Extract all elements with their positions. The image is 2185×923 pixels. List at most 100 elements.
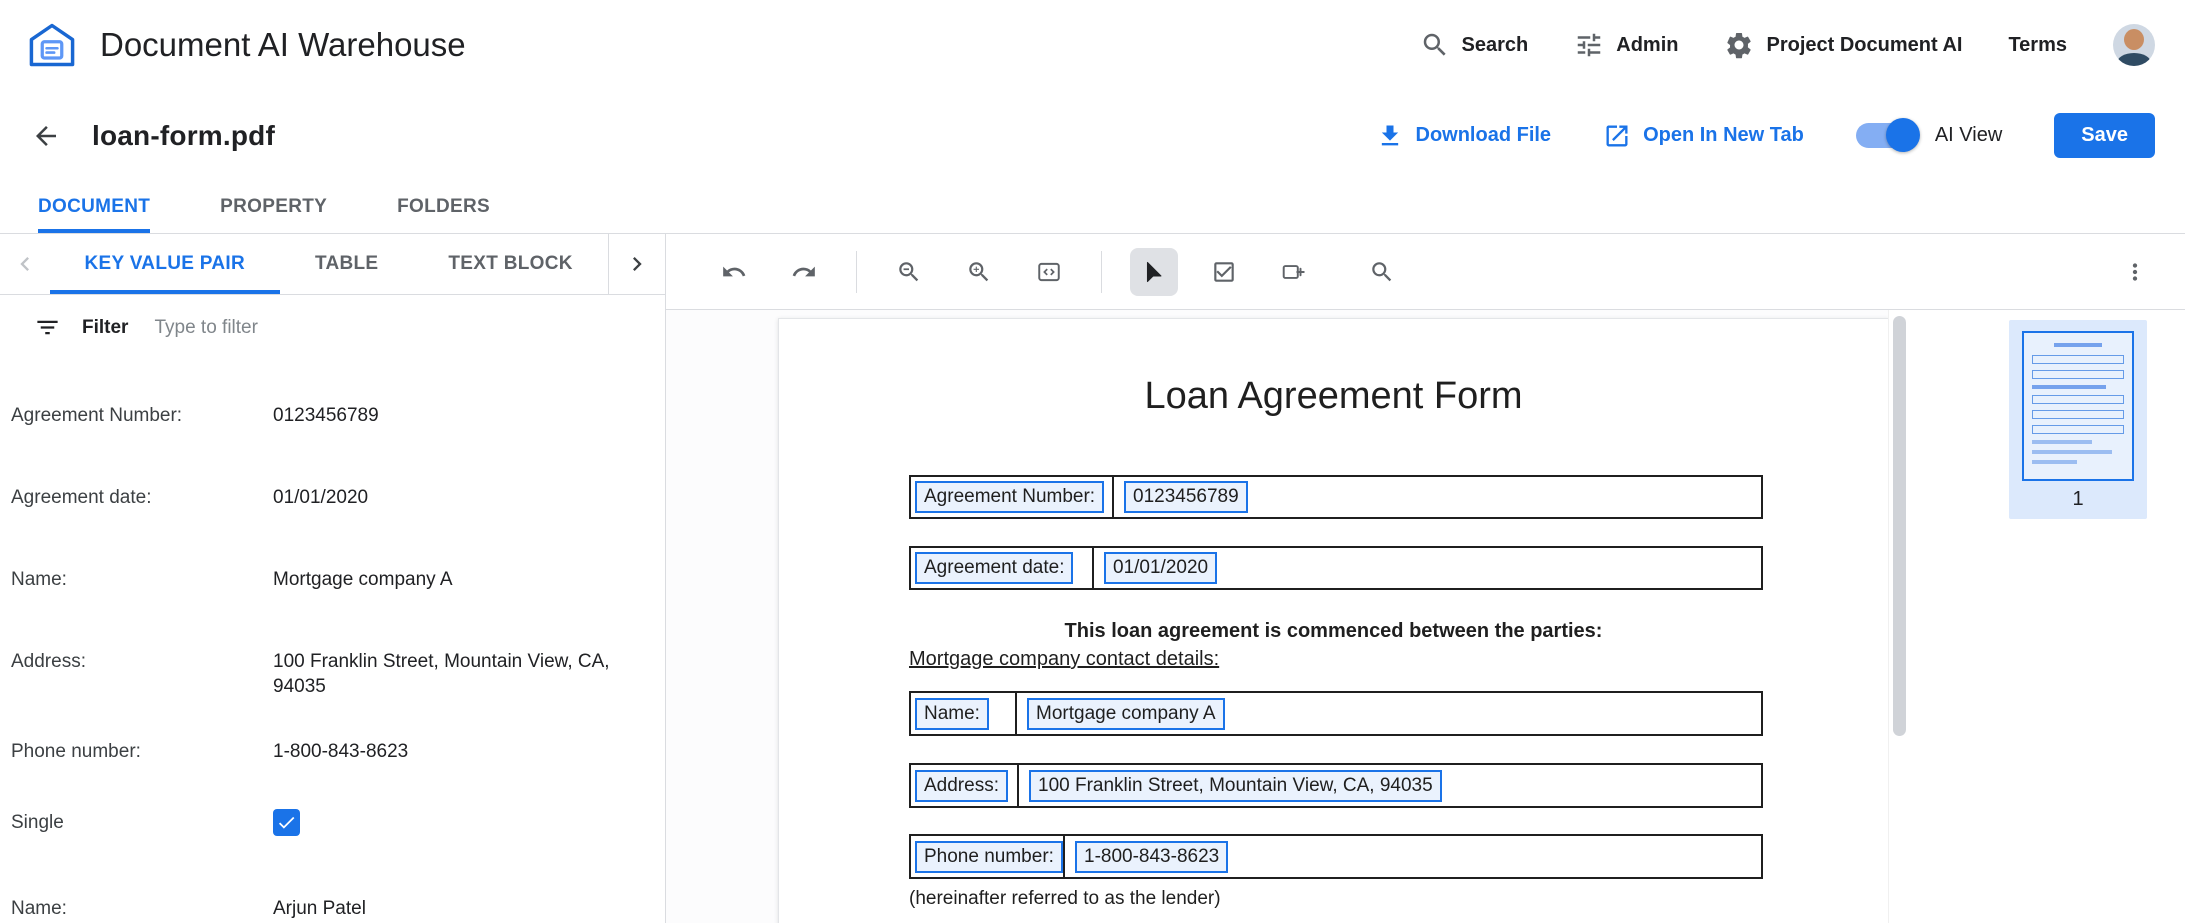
- kv-value: Arjun Patel: [273, 896, 366, 921]
- annotation-value-chip[interactable]: 01/01/2020: [1104, 552, 1217, 584]
- form-value-cell: 01/01/2020: [1094, 548, 1761, 588]
- gear-icon: [1724, 30, 1754, 60]
- subtab-text-block[interactable]: TEXT BLOCK: [413, 234, 607, 294]
- filter-label: Filter: [82, 317, 128, 339]
- kv-label: Phone number:: [11, 739, 273, 764]
- annotation-label-chip[interactable]: Address:: [915, 770, 1008, 802]
- form-label-cell: Name:: [911, 693, 1017, 734]
- form-row-agreement-date: Agreement date: 01/01/2020: [909, 546, 1763, 590]
- download-file-button[interactable]: Download File: [1376, 122, 1552, 150]
- form-value-cell: 0123456789: [1114, 477, 1761, 517]
- back-button[interactable]: [22, 112, 70, 160]
- kv-row-single: Single: [11, 809, 645, 836]
- filter-bar: Filter: [0, 295, 665, 360]
- loan-form-title: Loan Agreement Form: [779, 374, 1888, 418]
- single-checkbox[interactable]: [273, 809, 300, 836]
- kv-value: 01/01/2020: [273, 485, 368, 510]
- open-in-new-tab-label: Open In New Tab: [1643, 124, 1804, 147]
- parties-line: This loan agreement is commenced between…: [779, 620, 1888, 643]
- save-button[interactable]: Save: [2054, 113, 2155, 158]
- select-tool-button[interactable]: [1130, 248, 1178, 296]
- undo-icon: [721, 259, 747, 285]
- toolbar-divider: [1101, 251, 1102, 293]
- subtabs-scroll-left-button[interactable]: [0, 234, 50, 294]
- redo-icon: [791, 259, 817, 285]
- form-label-cell: Phone number:: [911, 836, 1065, 877]
- form-row-agreement-number: Agreement Number: 0123456789: [909, 475, 1763, 519]
- main-tabs: DOCUMENT PROPERTY FOLDERS: [0, 181, 2185, 234]
- annotation-value-chip[interactable]: 100 Franklin Street, Mountain View, CA, …: [1029, 770, 1442, 802]
- project-menu-item[interactable]: Project Document AI: [1724, 30, 1962, 60]
- kv-row-agreement-date[interactable]: Agreement date: 01/01/2020: [11, 485, 645, 510]
- download-file-label: Download File: [1416, 124, 1552, 147]
- kv-row-address[interactable]: Address: 100 Franklin Street, Mountain V…: [11, 649, 645, 699]
- annotation-value-chip[interactable]: Mortgage company A: [1027, 698, 1225, 730]
- subtabs-scroll-right-button[interactable]: [608, 234, 665, 294]
- tab-property[interactable]: PROPERTY: [220, 181, 327, 233]
- ai-view-toggle[interactable]: [1856, 123, 1917, 148]
- search-menu-item[interactable]: Search: [1420, 30, 1529, 60]
- tune-icon: [1574, 30, 1604, 60]
- avatar[interactable]: [2113, 24, 2155, 66]
- more-vert-icon: [2122, 259, 2148, 285]
- subtab-key-value-pair[interactable]: KEY VALUE PAIR: [50, 234, 280, 294]
- kv-value: Mortgage company A: [273, 567, 453, 592]
- arrow-back-icon: [31, 121, 61, 151]
- kv-row-phone-number[interactable]: Phone number: 1-800-843-8623: [11, 739, 645, 764]
- open-in-new-icon: [1603, 122, 1631, 150]
- viewer-canvas: Loan Agreement Form Agreement Number: 01…: [666, 310, 2185, 923]
- download-icon: [1376, 122, 1404, 150]
- kv-label: Single: [11, 810, 273, 835]
- annotation-label-chip[interactable]: Agreement date:: [915, 552, 1073, 584]
- search-icon: [1369, 259, 1395, 285]
- viewer-scrollbar-thumb[interactable]: [1893, 316, 1906, 736]
- subtab-table[interactable]: TABLE: [280, 234, 413, 294]
- more-options-button[interactable]: [2111, 248, 2159, 296]
- kv-row-agreement-number[interactable]: Agreement Number: 0123456789: [11, 403, 645, 428]
- form-label-cell: Agreement date:: [911, 548, 1094, 588]
- document-viewer: Loan Agreement Form Agreement Number: 01…: [666, 234, 2185, 923]
- form-row-phone-number: Phone number: 1-800-843-8623: [909, 834, 1763, 879]
- lender-note: (hereinafter referred to as the lender): [779, 888, 1888, 910]
- undo-button[interactable]: [710, 248, 758, 296]
- form-row-name: Name: Mortgage company A: [909, 691, 1763, 736]
- tab-document[interactable]: DOCUMENT: [38, 181, 150, 233]
- filter-icon: [34, 314, 61, 341]
- kv-row-name[interactable]: Name: Mortgage company A: [11, 567, 645, 592]
- zoom-in-icon: [966, 259, 992, 285]
- document-actions: Download File Open In New Tab AI View Sa…: [1376, 113, 2156, 158]
- code-box-icon: [1036, 259, 1062, 285]
- form-row-address: Address: 100 Franklin Street, Mountain V…: [909, 763, 1763, 808]
- kv-value: 1-800-843-8623: [273, 739, 408, 764]
- kv-label: Agreement Number:: [11, 403, 273, 428]
- search-in-document-button[interactable]: [1358, 248, 1406, 296]
- view-code-button[interactable]: [1025, 248, 1073, 296]
- admin-menu-item[interactable]: Admin: [1574, 30, 1678, 60]
- kv-row-name-2[interactable]: Name: Arjun Patel: [11, 896, 645, 921]
- annotation-value-chip[interactable]: 1-800-843-8623: [1075, 841, 1228, 873]
- cursor-icon: [1141, 259, 1167, 285]
- app-header: Document AI Warehouse Search Admin Proje…: [0, 0, 2185, 90]
- toolbar-divider: [856, 251, 857, 293]
- terms-link[interactable]: Terms: [2008, 34, 2067, 57]
- add-annotation-tool-button[interactable]: [1270, 248, 1318, 296]
- filter-input[interactable]: [154, 317, 645, 339]
- tab-folders[interactable]: FOLDERS: [397, 181, 490, 233]
- redo-button[interactable]: [780, 248, 828, 296]
- annotation-label-chip[interactable]: Name:: [915, 698, 989, 730]
- annotation-label-chip[interactable]: Phone number:: [915, 841, 1063, 873]
- annotation-label-chip[interactable]: Agreement Number:: [915, 481, 1104, 513]
- admin-label: Admin: [1616, 34, 1678, 57]
- add-box-icon: [1281, 259, 1307, 285]
- app-title: Document AI Warehouse: [100, 26, 466, 64]
- page-thumbnail-selected[interactable]: 1: [2009, 320, 2147, 519]
- zoom-out-button[interactable]: [885, 248, 933, 296]
- open-in-new-tab-button[interactable]: Open In New Tab: [1603, 122, 1804, 150]
- kv-label: Agreement date:: [11, 485, 273, 510]
- select-annotation-tool-button[interactable]: [1200, 248, 1248, 296]
- form-value-cell: Mortgage company A: [1017, 693, 1761, 734]
- zoom-in-button[interactable]: [955, 248, 1003, 296]
- viewer-scrollbar-track[interactable]: [1888, 310, 1909, 923]
- extraction-subtabs: KEY VALUE PAIR TABLE TEXT BLOCK: [0, 234, 665, 295]
- annotation-value-chip[interactable]: 0123456789: [1124, 481, 1248, 513]
